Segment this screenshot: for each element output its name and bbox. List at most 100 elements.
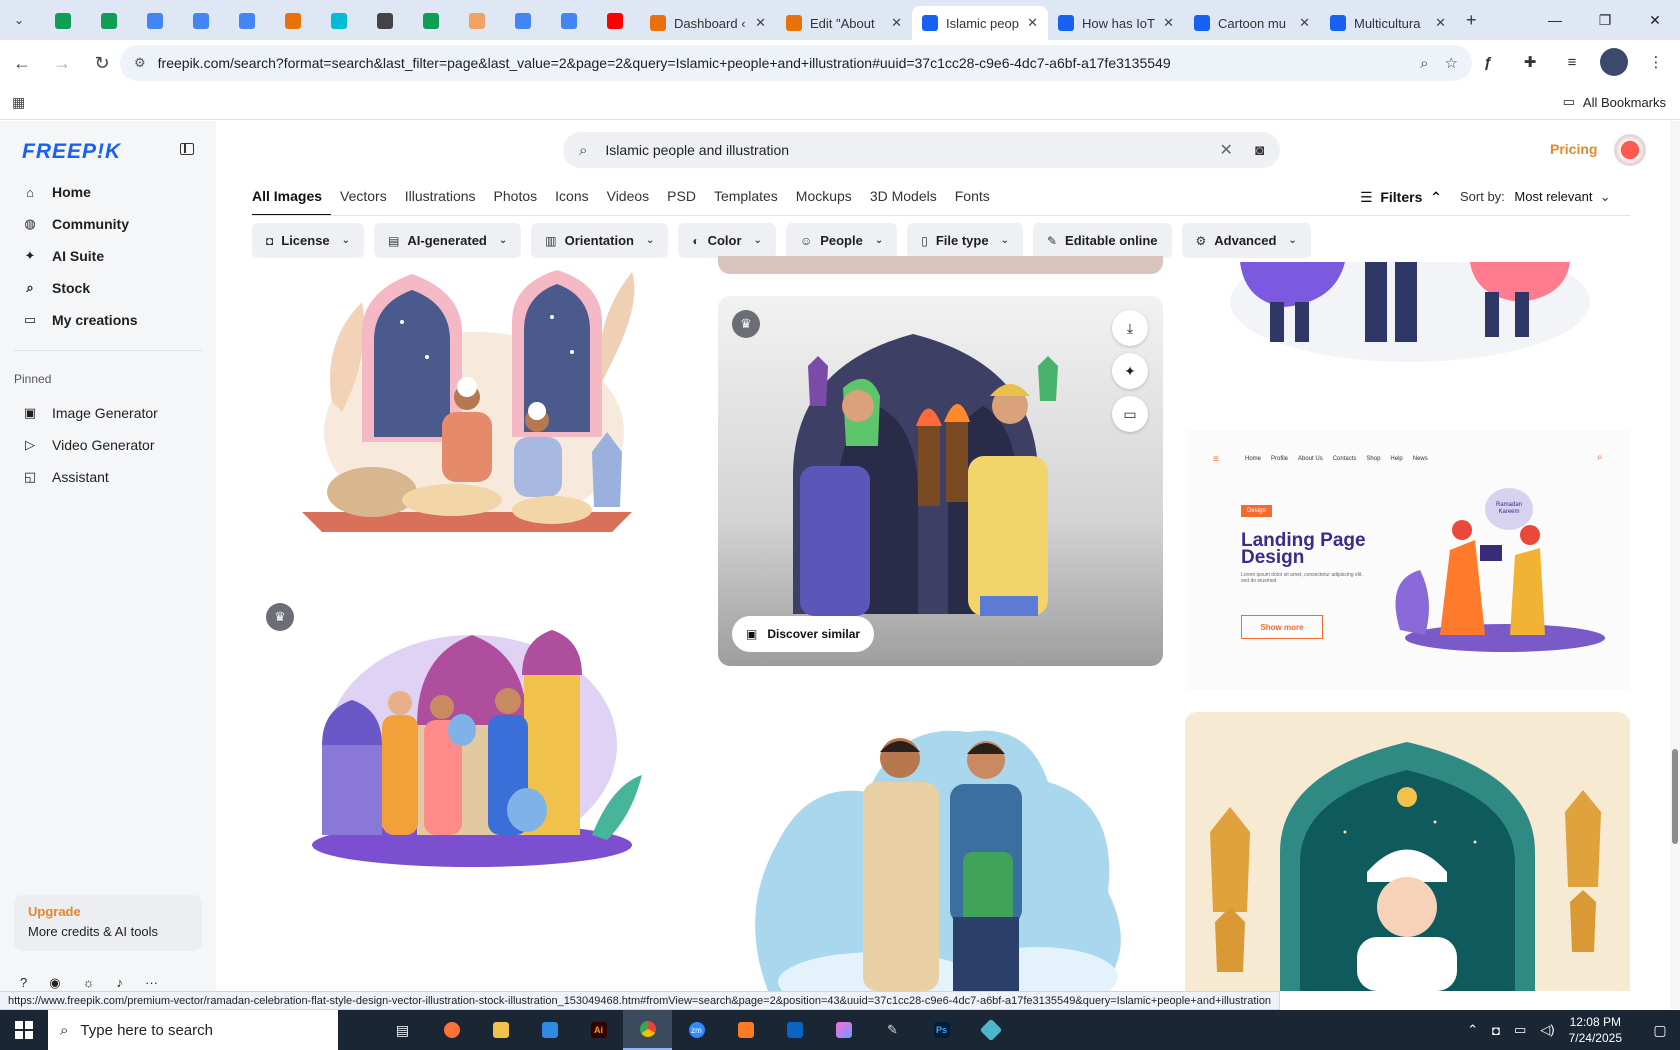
pricing-link[interactable]: Pricing (1550, 141, 1597, 157)
tab-videos[interactable]: Videos (598, 186, 659, 216)
extensions-puzzle-icon[interactable]: ✚ (1516, 48, 1544, 76)
browser-menu-icon[interactable]: ⋮ (1642, 48, 1670, 76)
close-tab-icon[interactable]: ✕ (891, 15, 902, 31)
pen-tool-icon[interactable]: ✎ (868, 1010, 917, 1050)
file-explorer-icon[interactable] (476, 1010, 525, 1050)
filter-orientation[interactable]: ▥ Orientation ⌄ (531, 223, 669, 258)
pinned-tab[interactable] (178, 6, 224, 36)
clear-search-icon[interactable]: ✕ (1220, 140, 1233, 160)
filter-people[interactable]: ☺ People ⌄ (785, 223, 898, 258)
sidebar-item-my-creations[interactable]: ▭ My creations (14, 304, 204, 336)
site-info-icon[interactable]: ⚙ (134, 55, 146, 71)
scrollbar-thumb[interactable] (1672, 749, 1678, 844)
pinned-tab[interactable] (454, 6, 500, 36)
browser-tab[interactable]: Cartoon mu ✕ (1184, 6, 1320, 40)
all-bookmarks-button[interactable]: ▭ All Bookmarks (1563, 94, 1666, 110)
page-scrollbar[interactable] (1670, 121, 1680, 1009)
tab-psd[interactable]: PSD (658, 186, 705, 216)
close-tab-icon[interactable]: ✕ (1027, 15, 1038, 31)
tab-icons[interactable]: Icons (546, 186, 597, 216)
tab-3d-models[interactable]: 3D Models (861, 186, 946, 216)
filter-file-type[interactable]: ▯ File type ⌄ (907, 223, 1023, 258)
sidebar-item-image-generator[interactable]: ▣ Image Generator (14, 397, 204, 429)
tab-photos[interactable]: Photos (485, 186, 547, 216)
taskbar-clock[interactable]: 12:08 PM 7/24/2025 (1569, 1014, 1622, 1046)
user-avatar[interactable] (1614, 134, 1646, 166)
zoom-app-icon[interactable]: zm (672, 1010, 721, 1050)
discover-similar-button[interactable]: ▣ Discover similar (732, 616, 875, 652)
extension-font-icon[interactable]: ƒ (1474, 48, 1502, 76)
close-tab-icon[interactable]: ✕ (1435, 15, 1446, 31)
tab-vectors[interactable]: Vectors (331, 186, 396, 216)
tab-search-button[interactable]: ⌄ (6, 8, 32, 32)
tab-fonts[interactable]: Fonts (946, 186, 999, 216)
apps-grid-icon[interactable]: ▦ (12, 94, 25, 111)
pinned-tab[interactable] (546, 6, 592, 36)
image-card-landing-page[interactable]: ≡ Home Profile About Us Contacts Shop Help New… (1185, 430, 1630, 690)
start-button[interactable] (0, 1010, 48, 1050)
image-card-hovered[interactable]: ♛ ⤓ ✦ ▭ ▣ Discover similar (718, 296, 1163, 666)
save-to-collection-icon[interactable]: ▭ (1112, 396, 1148, 432)
paint-icon[interactable] (819, 1010, 868, 1050)
browser-tab[interactable]: How has IoT ✕ (1048, 6, 1184, 40)
sidebar-collapse-icon[interactable] (180, 143, 194, 155)
search-bar[interactable]: ⌕ ✕ ◙ (563, 132, 1280, 168)
maximize-button[interactable]: ❐ (1580, 0, 1630, 40)
browser-tab[interactable]: Multicultura ✕ (1320, 6, 1456, 40)
network-icon[interactable]: ▭ (1514, 1022, 1526, 1038)
tab-mockups[interactable]: Mockups (787, 186, 861, 216)
pinned-tab[interactable] (500, 6, 546, 36)
ai-edit-sparkle-icon[interactable]: ✦ (1112, 353, 1148, 389)
image-card-couple[interactable] (718, 712, 1163, 991)
firefox-icon[interactable] (427, 1010, 476, 1050)
pinned-tab[interactable] (270, 6, 316, 36)
vscode-icon[interactable] (525, 1010, 574, 1050)
close-tab-icon[interactable]: ✕ (755, 15, 766, 31)
filter-color[interactable]: ◐ Color ⌄ (678, 223, 776, 258)
pinned-tab[interactable] (362, 6, 408, 36)
sidebar-item-assistant[interactable]: ◱ Assistant (14, 461, 204, 493)
illustrator-icon[interactable]: Ai (574, 1010, 623, 1050)
sidebar-item-community[interactable]: ◍ Community (14, 208, 204, 240)
zoom-icon[interactable]: ⌕ (1420, 55, 1428, 72)
sidebar-item-stock[interactable]: ⌕ Stock (14, 272, 204, 304)
pinned-tab[interactable] (316, 6, 362, 36)
address-bar[interactable]: ⚙ freepik.com/search?format=search&last_… (120, 45, 1472, 81)
filter-advanced[interactable]: ⚙ Advanced ⌄ (1181, 223, 1311, 258)
upgrade-card[interactable]: Upgrade More credits & AI tools (14, 895, 202, 951)
filter-license[interactable]: ◘ License ⌄ (252, 223, 365, 258)
sidebar-item-home[interactable]: ⌂ Home (14, 176, 204, 208)
back-button[interactable]: ← (4, 45, 40, 81)
chrome-icon[interactable] (623, 1010, 672, 1050)
pinned-tab[interactable] (408, 6, 454, 36)
filter-ai-generated[interactable]: ▤ AI-generated ⌄ (374, 223, 522, 258)
profile-avatar[interactable] (1600, 48, 1628, 76)
filter-editable-online[interactable]: ✎ Editable online (1032, 223, 1172, 258)
theme-sun-icon[interactable]: ☼ (83, 975, 95, 991)
photoshop-icon[interactable]: Ps (917, 1010, 966, 1050)
notification-center-icon[interactable]: ▢ (1640, 1022, 1680, 1039)
pinned-tab[interactable] (40, 6, 86, 36)
reload-button[interactable]: ↻ (84, 45, 120, 81)
pinned-tab[interactable] (86, 6, 132, 36)
search-input[interactable] (605, 142, 1220, 158)
help-icon[interactable]: ? (20, 975, 27, 991)
tab-illustrations[interactable]: Illustrations (396, 186, 485, 216)
pinned-tab[interactable] (132, 6, 178, 36)
forward-button[interactable]: → (44, 45, 80, 81)
pinned-tab[interactable] (592, 6, 638, 36)
xampp-icon[interactable] (721, 1010, 770, 1050)
task-view-icon[interactable]: ▤ (378, 1010, 427, 1050)
camera-icon[interactable]: ◙ (1255, 142, 1264, 159)
notification-bell-icon[interactable]: ♪ (117, 975, 124, 991)
gem-app-icon[interactable] (966, 1010, 1015, 1050)
close-window-button[interactable]: ✕ (1630, 0, 1680, 40)
media-queue-icon[interactable]: ≡ (1558, 48, 1586, 76)
image-card-people-partial[interactable] (1185, 262, 1630, 362)
freepik-logo[interactable]: FREEP!K (22, 140, 121, 164)
close-tab-icon[interactable]: ✕ (1299, 15, 1310, 31)
url-text[interactable]: freepik.com/search?format=search&last_fi… (158, 55, 1404, 71)
discord-icon[interactable]: ◉ (49, 975, 60, 991)
close-tab-icon[interactable]: ✕ (1163, 15, 1174, 31)
browser-tab[interactable]: Dashboard ‹ ✕ (640, 6, 776, 40)
